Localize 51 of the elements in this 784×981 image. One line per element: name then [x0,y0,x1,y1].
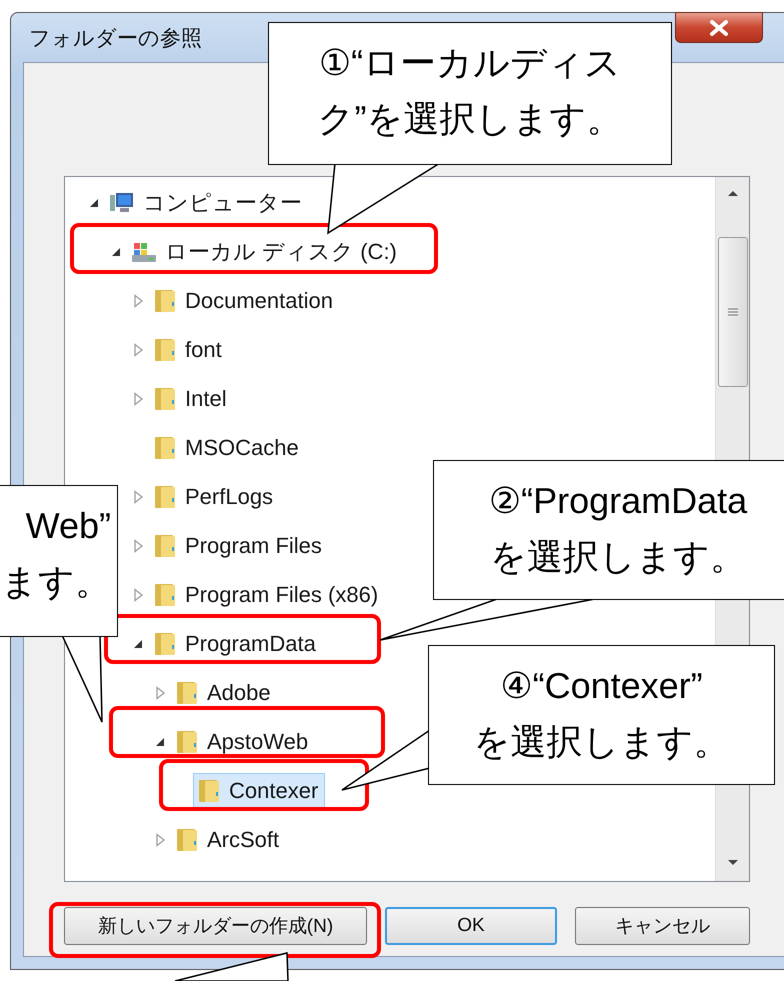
tree-item[interactable]: PerfLogs [149,478,280,514]
folder-icon [153,532,177,558]
folder-icon [197,778,221,804]
tree-item[interactable]: ArcSoft [171,822,286,858]
folder-icon [153,288,177,314]
collapsed-arrow-icon[interactable] [132,342,144,356]
tree-item[interactable]: コンピューター [105,182,309,222]
tree-item[interactable]: ローカル ディスク (C:) [127,232,404,272]
tree-item[interactable]: Program Files (x86) [149,576,386,612]
expanded-arrow-icon[interactable] [88,196,100,208]
expanded-arrow-icon[interactable] [110,246,122,258]
close-button[interactable] [675,12,763,43]
dialog-button[interactable]: 新しいフォルダーの作成(N) [64,907,367,945]
callout-text: Web” ます。 [0,485,118,637]
scroll-down-icon[interactable] [726,859,738,867]
tree-item[interactable]: Documentation [149,282,340,318]
collapsed-arrow-icon[interactable] [132,294,144,308]
expanded-arrow-icon[interactable] [154,736,166,748]
dialog-button[interactable]: OK [385,907,557,945]
close-icon [708,20,730,36]
tree-item[interactable]: MSOCache [149,430,306,466]
collapsed-arrow-icon[interactable] [132,392,144,406]
folder-icon [153,434,177,460]
tree-item[interactable]: Adobe [171,674,278,710]
collapsed-arrow-icon[interactable] [132,490,144,504]
folder-icon [153,336,177,362]
collapsed-arrow-icon[interactable] [132,588,144,602]
computer-icon [109,190,135,214]
scroll-up-icon[interactable] [726,189,738,197]
folder-icon [175,826,199,852]
folder-icon [153,582,177,608]
scroll-thumb[interactable] [718,237,748,387]
tree-item[interactable]: Intel [149,380,234,416]
grip-icon [728,308,738,316]
expanded-arrow-icon[interactable] [132,638,144,650]
tree-item[interactable]: ProgramData [149,626,323,662]
tree-item[interactable]: ApstoWeb [171,724,316,760]
dialog-button[interactable]: キャンセル [575,907,750,945]
folder-icon [153,630,177,656]
collapsed-arrow-icon[interactable] [132,538,144,552]
callout-text: ④“Contexer” を選択します。 [428,645,775,785]
tree-item[interactable]: Contexer [193,772,326,808]
folder-icon [175,680,199,706]
folder-icon [175,728,199,754]
window-title: フォルダーの参照 [28,26,202,52]
folder-icon [153,386,177,412]
tree-item[interactable]: font [149,332,229,368]
folder-icon [153,484,177,510]
collapsed-arrow-icon[interactable] [154,832,166,846]
tree-item[interactable]: Program Files [149,528,329,564]
collapsed-arrow-icon[interactable] [154,686,166,700]
